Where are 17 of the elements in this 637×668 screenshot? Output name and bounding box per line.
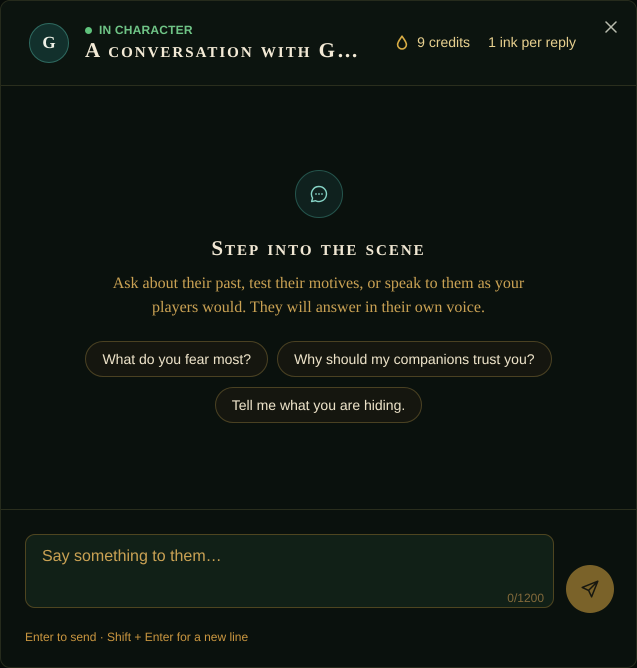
suggestion-chip[interactable]: Tell me what you are hiding. <box>214 387 422 423</box>
suggestion-chip[interactable]: Why should my companions trust you? <box>277 341 552 377</box>
status-label: IN CHARACTER <box>99 23 193 37</box>
chat-bubble-icon <box>294 170 342 218</box>
close-icon <box>605 21 617 33</box>
drop-icon <box>396 34 408 50</box>
send-button[interactable] <box>566 564 614 612</box>
reply-cost: 1 ink per reply <box>488 34 576 50</box>
credits-count: 9 credits <box>417 34 470 50</box>
avatar: G <box>29 23 69 63</box>
send-icon <box>581 580 599 598</box>
suggestion-chip[interactable]: What do you fear most? <box>85 341 268 377</box>
keyboard-hint: Enter to send · Shift + Enter for a new line <box>25 630 248 644</box>
empty-state-description: Ask about their past, test their motives, or speak to them as your players would. They will answer in their own voice. <box>112 274 526 318</box>
character-counter: 0/1200 <box>507 591 544 605</box>
window-title: A conversation with G… <box>85 38 360 63</box>
empty-state-heading: Step into the scene <box>211 236 426 261</box>
